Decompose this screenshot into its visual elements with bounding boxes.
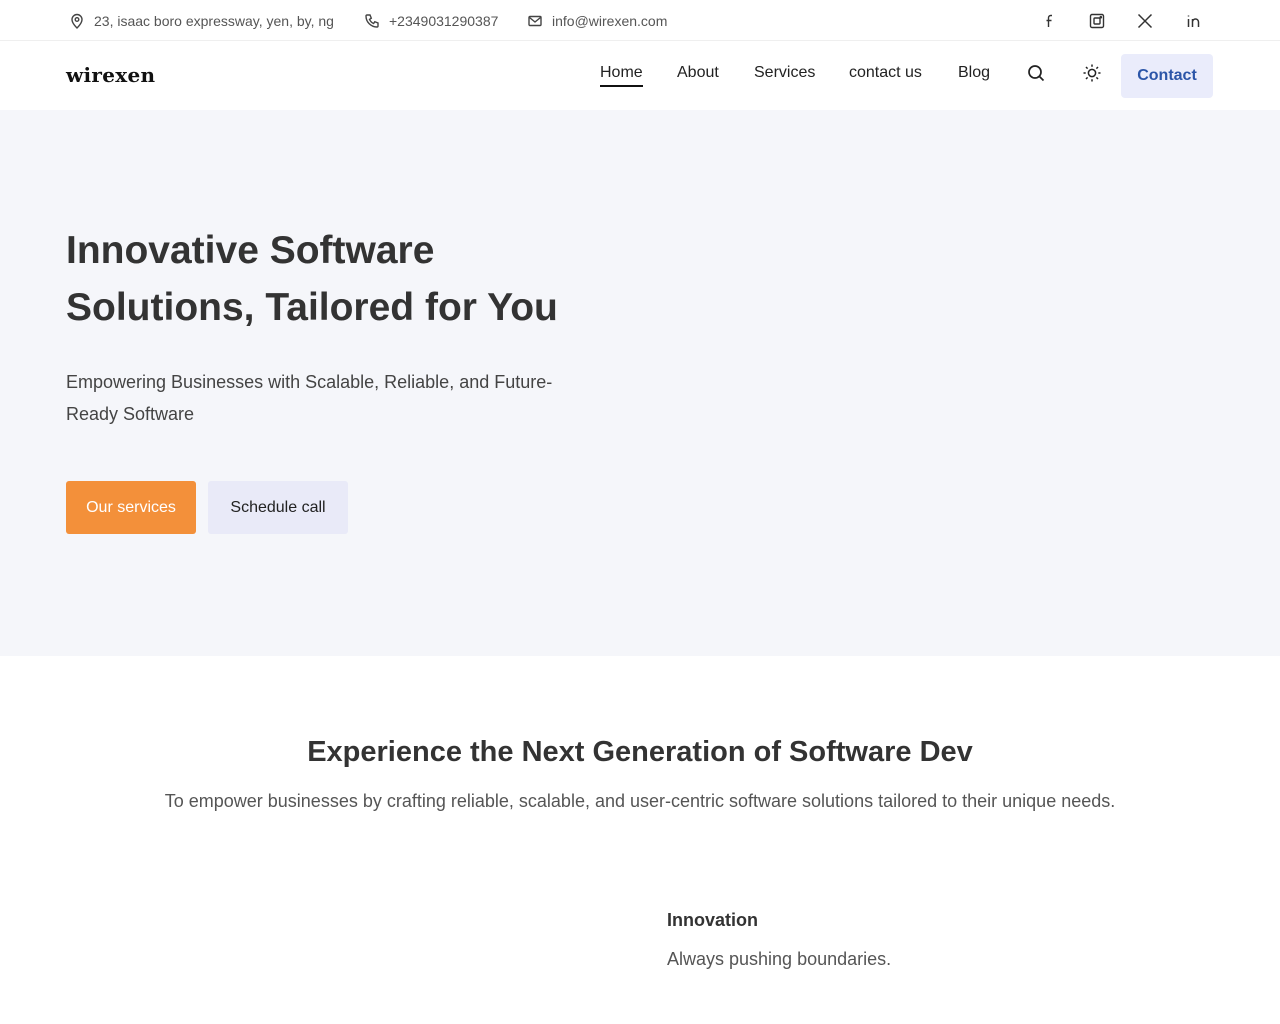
- phone-info[interactable]: +2349031290387: [364, 0, 498, 41]
- facebook-icon[interactable]: [1040, 11, 1060, 31]
- search-icon[interactable]: [1026, 63, 1046, 83]
- site-logo[interactable]: wirexen: [66, 63, 155, 87]
- nav-link-home[interactable]: Home: [600, 64, 643, 87]
- nav-link-contact-us[interactable]: contact us: [849, 64, 922, 85]
- phone-text[interactable]: +2349031290387: [389, 13, 498, 29]
- email-info[interactable]: info@wirexen.com: [527, 0, 667, 41]
- contact-button[interactable]: Contact: [1121, 54, 1213, 98]
- top-info-bar: 23, isaac boro expressway, yen, by, ng +…: [0, 0, 1280, 41]
- phone-icon: [365, 13, 379, 28]
- hero-title-line-1: Innovative Software: [66, 229, 435, 272]
- nav-link-about[interactable]: About: [677, 64, 719, 85]
- linkedin-icon[interactable]: [1184, 11, 1204, 31]
- instagram-icon[interactable]: [1087, 11, 1107, 31]
- main-navigation: wirexen Home About Services contact us B…: [0, 41, 1280, 110]
- hero-title-line-2: Solutions, Tailored for You: [66, 286, 558, 329]
- hero-section: Innovative Software Solutions, Tailored …: [0, 110, 1280, 656]
- mail-icon: [528, 15, 542, 26]
- feature-title: Innovation: [667, 910, 758, 930]
- email-text[interactable]: info@wirexen.com: [552, 13, 667, 29]
- our-services-button[interactable]: Our services: [66, 481, 196, 534]
- feature-text: Always pushing boundaries.: [667, 949, 892, 969]
- address-info: 23, isaac boro expressway, yen, by, ng: [69, 0, 334, 41]
- x-icon[interactable]: [1135, 11, 1155, 31]
- section-description: To empower businesses by crafting reliab…: [164, 791, 1116, 811]
- location-pin-icon: [71, 13, 83, 29]
- nav-link-services[interactable]: Services: [754, 64, 815, 85]
- section-title: Experience the Next Generation of Softwa…: [307, 736, 973, 768]
- hero-title: Innovative Software Solutions, Tailored …: [66, 222, 626, 336]
- nav-link-blog[interactable]: Blog: [958, 64, 990, 85]
- hero-subtitle: Empowering Businesses with Scalable, Rel…: [66, 372, 553, 424]
- address-text: 23, isaac boro expressway, yen, by, ng: [94, 12, 334, 29]
- schedule-call-button[interactable]: Schedule call: [208, 481, 348, 534]
- sun-icon[interactable]: [1082, 63, 1102, 83]
